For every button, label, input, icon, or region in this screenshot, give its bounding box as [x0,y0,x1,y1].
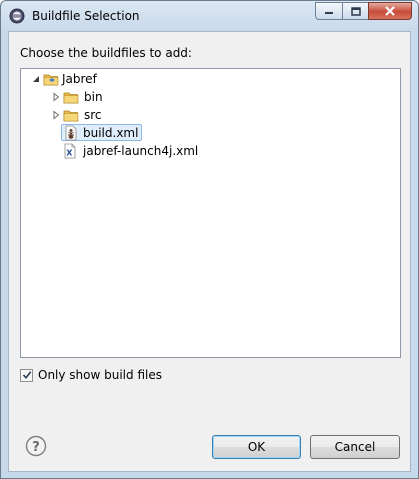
window-title: Buildfile Selection [32,9,140,23]
ok-button[interactable]: OK [212,435,301,459]
tree-node-label: src [84,107,102,122]
title-bar[interactable]: Buildfile Selection [1,1,418,31]
help-icon[interactable]: ? [25,435,47,457]
close-icon [385,6,395,16]
tree-node-label: bin [84,89,103,104]
tree-node-label: jabref-launch4j.xml [83,143,199,158]
svg-text:X: X [66,148,73,157]
dialog-body: Choose the buildfiles to add: Jabref bin… [8,31,411,472]
instruction-label: Choose the buildfiles to add: [20,46,192,60]
project-folder-icon [43,74,59,85]
minimize-button[interactable] [315,2,342,20]
close-button[interactable] [368,2,412,20]
tree-node-label: build.xml [83,125,139,140]
only-build-files-option[interactable]: Only show build files [20,368,162,382]
checkmark-icon [22,371,31,380]
caption-buttons [315,2,412,21]
tree-node-label: Jabref [62,71,97,86]
xml-file-icon: X [64,143,76,158]
collapsed-arrow-icon[interactable] [51,110,61,120]
expanded-arrow-icon[interactable] [31,74,41,84]
maximize-icon [350,6,361,16]
eclipse-app-icon [9,8,25,24]
dialog-window: Buildfile Selection Choose the buildfile… [0,0,419,479]
only-build-files-label[interactable]: Only show build files [38,368,162,382]
collapsed-arrow-icon[interactable] [51,92,61,102]
minimize-icon [325,12,333,14]
buildfile-tree[interactable]: Jabref bin src build.xml X jabref-launch… [20,68,401,358]
folder-icon [63,92,79,103]
svg-text:?: ? [32,440,40,455]
cancel-button[interactable]: Cancel [310,435,400,459]
ant-file-icon [65,125,77,140]
folder-icon [63,110,79,121]
only-build-files-checkbox[interactable] [20,368,33,382]
maximize-button[interactable] [342,2,368,20]
